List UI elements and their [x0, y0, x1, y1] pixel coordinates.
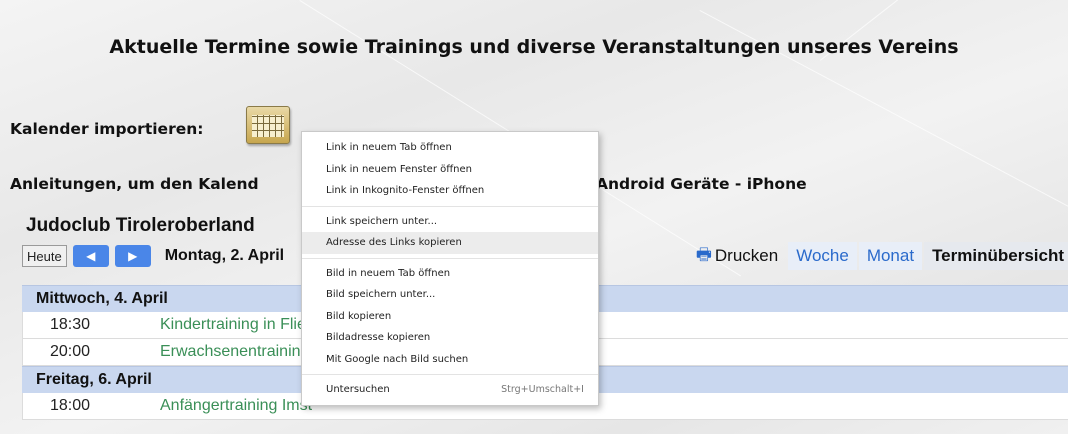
page-heading: Aktuelle Termine sowie Trainings und div…: [109, 36, 959, 58]
menu-item-open-link-new-tab[interactable]: Link in neuem Tab öffnen: [302, 137, 598, 159]
menu-separator: [302, 257, 598, 259]
event-time: 20:00: [50, 343, 91, 360]
tab-week[interactable]: Woche: [788, 242, 857, 270]
event-title-link[interactable]: Erwachsenentrainin: [160, 343, 301, 361]
event-title-link[interactable]: Kindertraining in Flie: [160, 316, 306, 334]
menu-item-shortcut: Strg+Umschalt+I: [501, 384, 584, 396]
next-button[interactable]: ▶: [114, 245, 151, 267]
print-button[interactable]: 🖶 Drucken: [696, 242, 786, 270]
menu-item-label: Link in neuem Tab öffnen: [326, 142, 452, 154]
tab-agenda[interactable]: Terminübersicht: [924, 242, 1068, 270]
today-button[interactable]: Heute: [22, 245, 67, 267]
menu-item-save-image-as[interactable]: Bild speichern unter...: [302, 284, 598, 306]
menu-item-inspect[interactable]: Untersuchen Strg+Umschalt+I: [302, 379, 598, 401]
menu-item-label: Link speichern unter...: [326, 215, 438, 227]
menu-item-copy-link-address[interactable]: Adresse des Links kopieren: [302, 232, 598, 254]
menu-item-label: Untersuchen: [326, 384, 390, 396]
menu-item-label: Mit Google nach Bild suchen: [326, 353, 469, 365]
instructions-text-right: Android Geräte - iPhone: [596, 175, 807, 193]
menu-item-copy-image-address[interactable]: Bildadresse kopieren: [302, 327, 598, 349]
menu-item-open-image-new-tab[interactable]: Bild in neuem Tab öffnen: [302, 263, 598, 285]
menu-item-label: Bild kopieren: [326, 310, 392, 322]
menu-item-label: Bildadresse kopieren: [326, 332, 431, 344]
menu-item-open-link-new-window[interactable]: Link in neuem Fenster öffnen: [302, 159, 598, 181]
menu-item-open-link-incognito[interactable]: Link in Inkognito-Fenster öffnen: [302, 180, 598, 202]
menu-item-label: Bild speichern unter...: [326, 289, 436, 301]
print-label: Drucken: [714, 246, 779, 265]
current-date: Montag, 2. April: [164, 247, 285, 264]
menu-separator: [302, 205, 598, 207]
instructions-text-left: Anleitungen, um den Kalend: [10, 175, 259, 193]
context-menu: Link in neuem Tab öffnen Link in neuem F…: [301, 131, 599, 406]
tab-month[interactable]: Monat: [858, 242, 923, 270]
club-name: Judoclub Tiroleroberland: [26, 215, 255, 236]
calendar-toolbar: Heute ◀ ▶ Montag, 2. April: [22, 243, 284, 269]
menu-item-save-link-as[interactable]: Link speichern unter...: [302, 211, 598, 233]
menu-separator: [302, 374, 598, 375]
chevron-left-icon: ◀: [86, 249, 96, 263]
event-title-link[interactable]: Anfängertraining Imst: [160, 397, 312, 415]
menu-item-label: Adresse des Links kopieren: [326, 237, 462, 249]
menu-item-search-google-image[interactable]: Mit Google nach Bild suchen: [302, 349, 598, 371]
event-time: 18:00: [50, 397, 91, 414]
import-calendar-label: Kalender importieren:: [10, 120, 204, 138]
menu-item-label: Bild in neuem Tab öffnen: [326, 267, 451, 279]
chevron-right-icon: ▶: [128, 249, 138, 263]
calendar-import-icon[interactable]: [246, 106, 290, 144]
view-tabs: 🖶 Drucken Woche Monat Terminübersicht: [696, 242, 1068, 270]
menu-item-label: Link in neuem Fenster öffnen: [326, 163, 472, 175]
menu-item-copy-image[interactable]: Bild kopieren: [302, 306, 598, 328]
previous-button[interactable]: ◀: [72, 245, 109, 267]
printer-icon: 🖶: [695, 244, 712, 264]
event-time: 18:30: [50, 316, 91, 333]
menu-item-label: Link in Inkognito-Fenster öffnen: [326, 185, 485, 197]
